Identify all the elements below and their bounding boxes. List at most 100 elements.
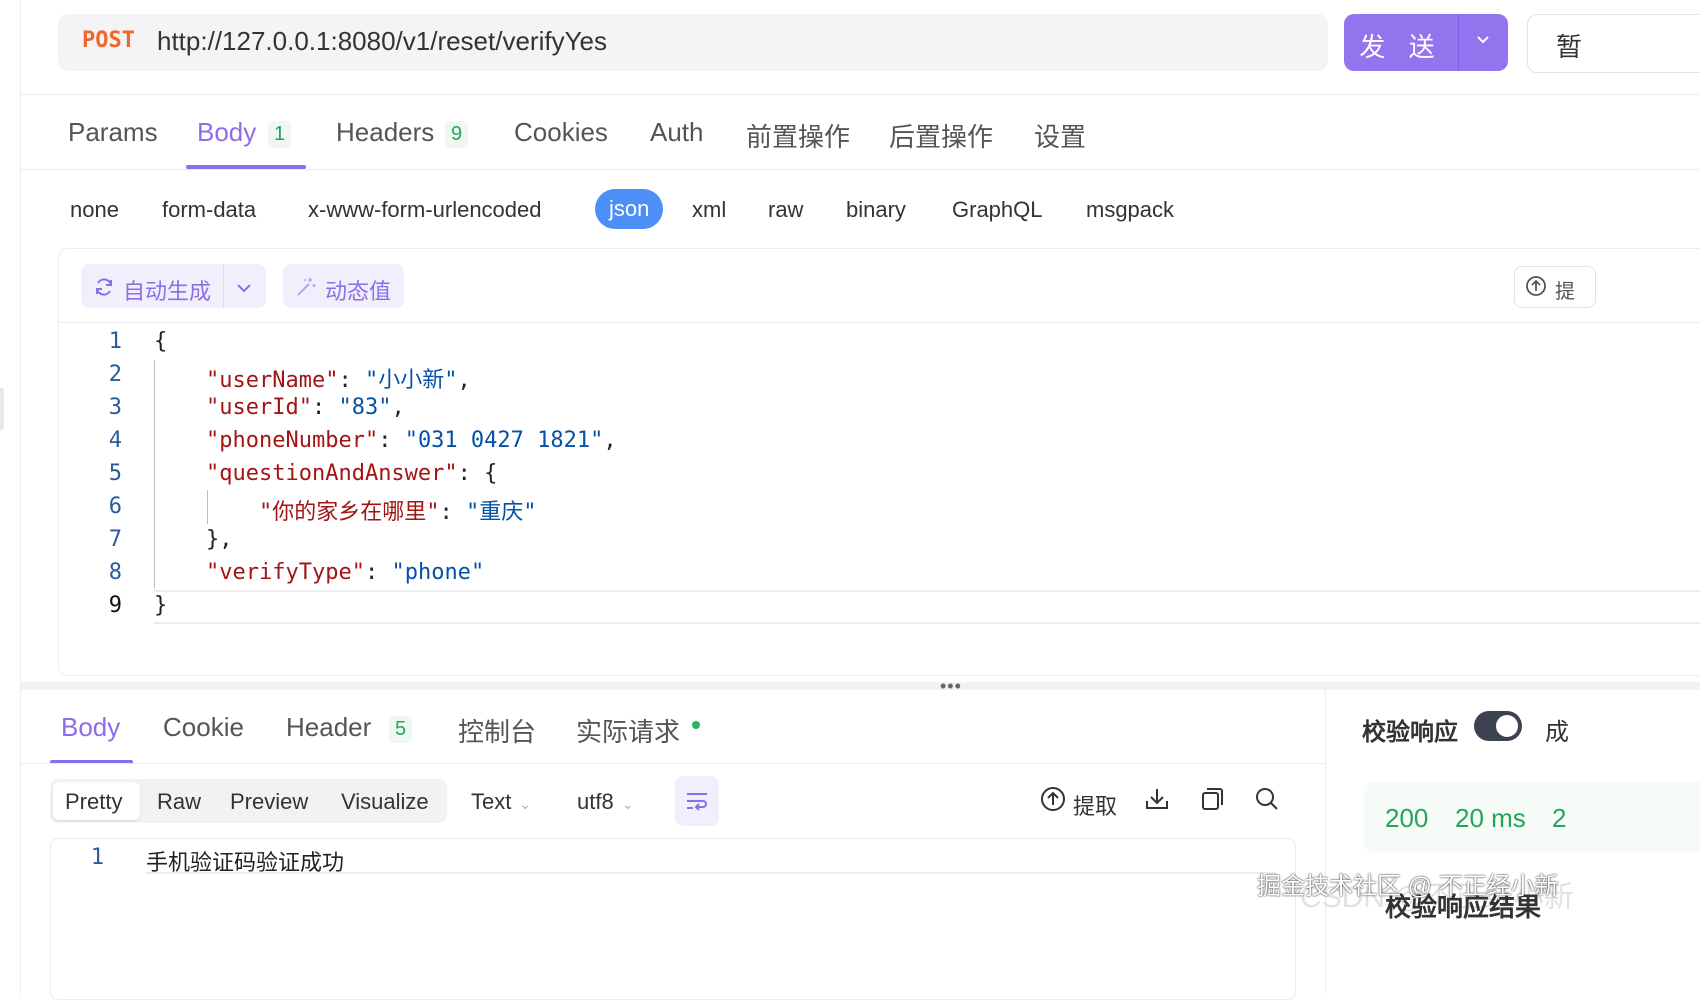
code-line[interactable]: }, — [206, 527, 233, 552]
send-button[interactable]: 发 送 — [1344, 14, 1508, 71]
magic-wand-icon — [295, 276, 317, 304]
response-text[interactable]: 手机验证码验证成功 — [146, 845, 344, 877]
resp-tab-actual-request[interactable]: 实际请求 — [576, 712, 680, 749]
editor-toolbar-divider — [58, 322, 1700, 323]
body-type-form-data[interactable]: form-data — [162, 197, 256, 223]
send-button-label: 发 送 — [1359, 32, 1443, 62]
view-raw[interactable]: Raw — [157, 789, 201, 815]
tab-headers[interactable]: Headers — [336, 117, 434, 148]
response-time: 20 ms — [1455, 803, 1526, 833]
line-number: 1 — [90, 845, 104, 870]
body-type-binary[interactable]: binary — [846, 197, 906, 223]
encoding-value: utf8 — [577, 789, 614, 814]
chevron-down-icon[interactable] — [235, 276, 253, 302]
watermark: 掘金技术社区 @ 不正经小新 — [1257, 873, 1559, 900]
code-line[interactable]: "questionAndAnswer": { — [206, 461, 497, 486]
code-line[interactable]: { — [154, 329, 167, 354]
body-type-graphql[interactable]: GraphQL — [952, 197, 1043, 223]
copy-icon[interactable] — [1199, 786, 1225, 817]
line-number: 8 — [108, 560, 122, 585]
sidebar-collapse-handle[interactable] — [0, 388, 4, 430]
chevron-down-icon: ⌄ — [621, 796, 634, 812]
indent-guide — [154, 360, 155, 588]
extract-button[interactable]: 提 — [1514, 266, 1596, 308]
code-line[interactable]: "userName": "小小新", — [206, 362, 471, 394]
view-pretty[interactable]: Pretty — [65, 789, 122, 815]
tab-params[interactable]: Params — [68, 117, 158, 148]
refresh-icon — [93, 276, 115, 304]
search-icon[interactable] — [1254, 786, 1280, 817]
line-number: 4 — [108, 428, 122, 453]
validate-response-label: 校验响应 — [1362, 719, 1458, 746]
auto-generate-button[interactable]: 自动生成 — [81, 264, 266, 308]
panel-divider — [1325, 690, 1326, 994]
json-value: phone — [404, 560, 471, 585]
resp-tab-body[interactable]: Body — [61, 712, 120, 743]
save-button-label: 暂 — [1556, 32, 1583, 62]
body-type-none[interactable]: none — [70, 197, 119, 223]
resp-tab-header[interactable]: Header — [286, 712, 371, 743]
code-line[interactable]: } — [154, 593, 167, 618]
json-value: 小小新 — [378, 368, 445, 393]
current-line-highlight — [154, 590, 1700, 624]
format-value: Text — [471, 789, 512, 814]
body-type-json[interactable]: json — [595, 189, 664, 229]
code-line[interactable]: "phoneNumber": "031 0427 1821", — [206, 428, 617, 453]
code-line[interactable]: "verifyType": "phone" — [206, 560, 484, 585]
json-key: 你的家乡在哪里 — [272, 500, 427, 525]
tab-body[interactable]: Body — [197, 117, 256, 148]
panel-splitter[interactable] — [20, 682, 1700, 690]
resp-tab-cookie[interactable]: Cookie — [163, 712, 244, 743]
json-key: questionAndAnswer — [219, 461, 445, 486]
status-code: 200 — [1385, 803, 1429, 833]
divider — [20, 763, 1325, 764]
success-label-partial: 成 — [1545, 719, 1569, 746]
json-value: 重庆 — [479, 500, 524, 525]
format-select[interactable]: Text ⌄ — [471, 789, 531, 815]
validate-response-toggle[interactable] — [1474, 711, 1522, 741]
save-button[interactable]: 暂 — [1527, 14, 1700, 73]
resp-tab-console[interactable]: 控制台 — [458, 712, 536, 749]
divider — [20, 94, 1700, 95]
extract-label[interactable]: 提取 — [1073, 789, 1117, 821]
line-number: 7 — [108, 527, 122, 552]
tab-headers-count: 9 — [445, 121, 469, 148]
body-type-raw[interactable]: raw — [768, 197, 803, 223]
tab-auth[interactable]: Auth — [650, 117, 704, 148]
extract-icon[interactable] — [1040, 786, 1066, 817]
dynamic-value-button[interactable]: 动态值 — [283, 264, 404, 308]
http-method[interactable]: POST — [82, 28, 135, 53]
drag-handle-icon[interactable]: ••• — [940, 676, 962, 697]
response-size-partial: 2 — [1552, 803, 1567, 833]
body-type-urlencoded[interactable]: x-www-form-urlencoded — [308, 197, 542, 223]
tab-cookies[interactable]: Cookies — [514, 117, 608, 148]
chevron-down-icon: ⌄ — [519, 796, 532, 812]
divider — [20, 169, 1700, 170]
upload-icon — [1525, 275, 1547, 303]
tab-settings[interactable]: 设置 — [1034, 117, 1086, 154]
tab-post-operations[interactable]: 后置操作 — [889, 117, 993, 154]
indent-guide — [207, 490, 208, 524]
extract-label-partial: 提 — [1555, 281, 1575, 303]
view-visualize[interactable]: Visualize — [341, 789, 429, 815]
body-type-msgpack[interactable]: msgpack — [1086, 197, 1174, 223]
left-panel-border — [20, 0, 21, 994]
view-preview[interactable]: Preview — [230, 789, 308, 815]
line-number: 1 — [108, 329, 122, 354]
url-input[interactable]: http://127.0.0.1:8080/v1/reset/verifyYes — [157, 26, 607, 57]
chevron-down-icon[interactable] — [1458, 31, 1508, 52]
word-wrap-button[interactable] — [675, 776, 719, 826]
auto-generate-label: 自动生成 — [123, 279, 212, 304]
json-value: 83 — [351, 395, 379, 420]
download-icon[interactable] — [1144, 786, 1170, 817]
toggle-knob — [1496, 715, 1518, 737]
tab-pre-operations[interactable]: 前置操作 — [746, 117, 850, 154]
code-line[interactable]: "你的家乡在哪里": "重庆" — [259, 494, 537, 526]
wrap-icon — [687, 793, 707, 811]
body-type-xml[interactable]: xml — [692, 197, 726, 223]
code-line[interactable]: "userId": "83", — [206, 395, 405, 420]
line-number: 9 — [108, 593, 122, 618]
encoding-select[interactable]: utf8 ⌄ — [577, 789, 633, 815]
resp-header-count: 5 — [389, 716, 413, 743]
status-dot — [692, 721, 700, 729]
